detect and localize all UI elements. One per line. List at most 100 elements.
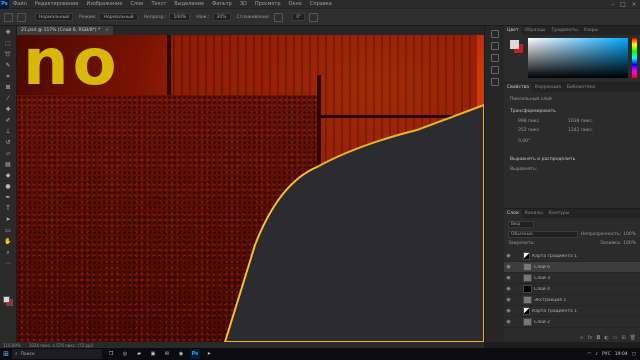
- blend-mode-select[interactable]: Обычные: [508, 231, 578, 238]
- adjustment-layer-icon[interactable]: ◐: [604, 335, 608, 341]
- tab-adjustments[interactable]: Коррекция: [532, 85, 564, 90]
- language-indicator[interactable]: РУС: [602, 352, 611, 357]
- opacity-control[interactable]: Непрозр.: 100%: [144, 13, 191, 21]
- layer-name[interactable]: Экстракция 1: [534, 298, 566, 303]
- move-tool-icon[interactable]: ✥: [4, 28, 13, 37]
- clock[interactable]: 19:04: [615, 352, 628, 357]
- layer-style-icon[interactable]: fx: [588, 335, 593, 341]
- store-icon[interactable]: ▣: [148, 349, 158, 359]
- eyedropper-tool-icon[interactable]: ⁄: [4, 94, 13, 103]
- notifications-icon[interactable]: ▢: [632, 352, 636, 357]
- frame-tool-icon[interactable]: ⊠: [4, 83, 13, 92]
- visibility-eye-icon[interactable]: ◉: [504, 275, 513, 281]
- foreground-color-swatch[interactable]: [3, 296, 10, 303]
- character-panel-icon[interactable]: [490, 54, 499, 62]
- close-window-icon[interactable]: ×: [629, 0, 639, 9]
- brush-preset-icon[interactable]: [17, 12, 26, 22]
- edge-browser-icon[interactable]: ◎: [120, 349, 130, 359]
- brush-settings-icon[interactable]: [490, 42, 499, 50]
- menu-image[interactable]: Изображение: [82, 1, 126, 7]
- height-field[interactable]: 352 пикс.: [518, 128, 541, 133]
- tab-paths[interactable]: Контуры: [546, 211, 573, 216]
- tool-preset-picker[interactable]: Нормальный: [32, 13, 74, 21]
- visibility-eye-icon[interactable]: ◉: [504, 308, 513, 314]
- photoshop-taskbar-icon[interactable]: Ps: [190, 349, 200, 359]
- layer-name[interactable]: Слой 2: [534, 320, 550, 325]
- visibility-eye-icon[interactable]: ◉: [504, 264, 513, 270]
- menu-select[interactable]: Выделение: [170, 1, 208, 7]
- more-tools-icon[interactable]: ⋯: [4, 259, 13, 268]
- align-section-title[interactable]: Выровнять и распределить: [510, 157, 575, 162]
- hand-tool-icon[interactable]: ✋: [4, 237, 13, 246]
- chrome-icon[interactable]: ◉: [176, 349, 186, 359]
- path-select-tool-icon[interactable]: ➤: [4, 215, 13, 224]
- add-mask-icon[interactable]: ◘: [596, 335, 600, 341]
- type-tool-icon[interactable]: T: [4, 204, 13, 213]
- tab-gradients[interactable]: Градиенты: [549, 28, 581, 33]
- network-icon[interactable]: ◠: [587, 352, 591, 357]
- taskbar-search[interactable]: ⌕ Поиск: [12, 349, 102, 359]
- zoom-level[interactable]: 116,89%: [3, 343, 21, 348]
- tab-patterns[interactable]: Узоры: [581, 28, 601, 33]
- angle-control[interactable]: 0°: [289, 13, 306, 21]
- lasso-tool-icon[interactable]: ➰: [4, 50, 13, 59]
- paragraph-panel-icon[interactable]: [490, 66, 499, 74]
- document-canvas[interactable]: no: [17, 35, 484, 342]
- smoothing-control[interactable]: Сглаживание:: [237, 15, 271, 20]
- layer-name[interactable]: Карта градиента 1: [532, 309, 577, 314]
- menu-type[interactable]: Текст: [147, 1, 170, 7]
- tab-swatches[interactable]: Образцы: [522, 28, 549, 33]
- brush-tool-icon[interactable]: ✐: [4, 116, 13, 125]
- tab-libraries[interactable]: Библиотеки: [564, 85, 598, 90]
- width-field[interactable]: 998 пикс.: [518, 119, 541, 124]
- healing-brush-tool-icon[interactable]: ✚: [4, 105, 13, 114]
- x-field[interactable]: 1038 пикс.: [568, 119, 593, 124]
- layer-row[interactable]: ◉ Слой 2: [504, 317, 640, 328]
- crop-tool-icon[interactable]: ⌗: [4, 72, 13, 81]
- tab-color[interactable]: Цвет: [504, 26, 522, 35]
- hue-slider[interactable]: [632, 38, 637, 78]
- menu-view[interactable]: Просмотр: [251, 1, 285, 7]
- new-group-icon[interactable]: ▭: [613, 335, 618, 341]
- mail-icon[interactable]: ✉: [162, 349, 172, 359]
- layer-row[interactable]: ◉ Слой 3: [504, 273, 640, 284]
- settings-gear-icon[interactable]: [274, 12, 284, 22]
- pressure-size-icon[interactable]: [309, 12, 319, 22]
- panel-foreground-color-chip[interactable]: [510, 40, 519, 49]
- marquee-tool-icon[interactable]: ⬚: [4, 39, 13, 48]
- tab-properties[interactable]: Свойства: [504, 83, 532, 92]
- visibility-eye-icon[interactable]: ◉: [504, 297, 513, 303]
- menu-edit[interactable]: Редактирование: [31, 1, 83, 7]
- visibility-eye-icon[interactable]: ◉: [504, 319, 513, 325]
- document-tab[interactable]: 21.psd @ 117% (Слой 6, RGB/8*) * ×: [17, 26, 114, 35]
- link-layers-icon[interactable]: ∞: [579, 335, 583, 341]
- delete-layer-icon[interactable]: 🗑: [630, 335, 636, 341]
- volume-icon[interactable]: ♪: [595, 352, 598, 357]
- menu-3d[interactable]: 3D: [236, 1, 251, 7]
- tab-close-icon[interactable]: ×: [105, 28, 109, 33]
- file-explorer-icon[interactable]: ▰: [134, 349, 144, 359]
- info-panel-icon[interactable]: [490, 78, 499, 86]
- fill-value[interactable]: 100%: [623, 241, 636, 246]
- blur-tool-icon[interactable]: ◆: [4, 171, 13, 180]
- task-view-icon[interactable]: ❐: [106, 349, 116, 359]
- menu-filter[interactable]: Фильтр: [208, 1, 236, 7]
- zoom-tool-icon[interactable]: ⌕: [4, 248, 13, 257]
- layer-kind-filter[interactable]: Вид: [508, 221, 534, 228]
- start-menu-icon[interactable]: ⊞: [0, 348, 12, 360]
- shape-tool-icon[interactable]: ▭: [4, 226, 13, 235]
- tab-layers[interactable]: Слои: [504, 209, 522, 218]
- layer-name[interactable]: Слой 6: [534, 265, 550, 270]
- layer-row-selected[interactable]: ◉ Слой 6: [504, 262, 640, 273]
- history-panel-icon[interactable]: [490, 30, 499, 38]
- dodge-tool-icon[interactable]: ●: [4, 182, 13, 191]
- menu-window[interactable]: Окно: [285, 1, 306, 7]
- layer-row[interactable]: ◉ Карта градиента 1: [504, 251, 640, 262]
- minimize-icon[interactable]: –: [608, 0, 618, 9]
- menu-layers[interactable]: Слои: [126, 1, 147, 7]
- layer-row[interactable]: ◉ Экстракция 1: [504, 295, 640, 306]
- history-brush-tool-icon[interactable]: ↺: [4, 138, 13, 147]
- layer-name[interactable]: Слой 4: [534, 287, 550, 292]
- mode-control[interactable]: Режим: Нормальный: [79, 13, 138, 21]
- clone-stamp-tool-icon[interactable]: ⊥: [4, 127, 13, 136]
